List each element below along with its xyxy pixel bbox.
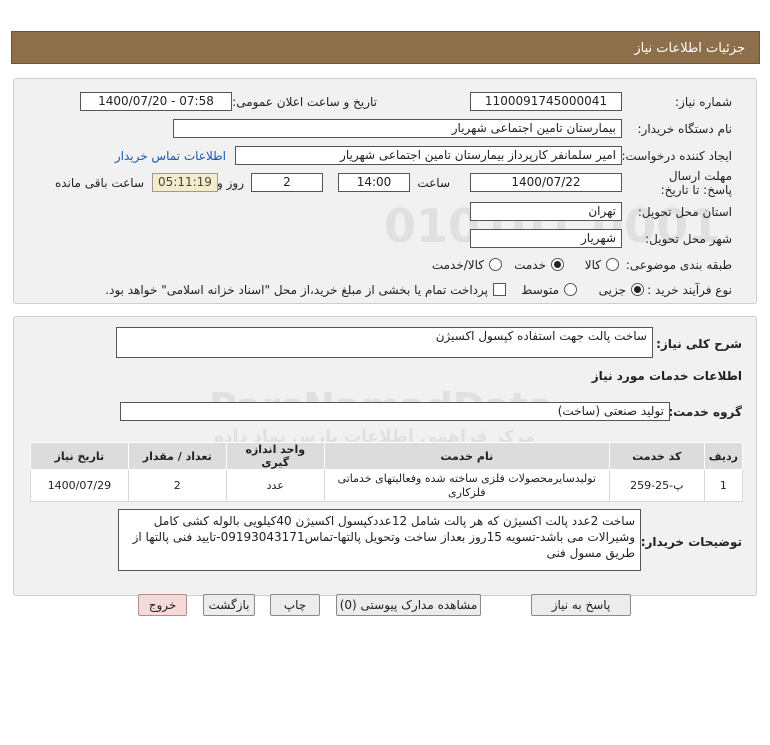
deadline-date-field: 1400/07/22 xyxy=(470,173,622,192)
category-radio-service[interactable] xyxy=(551,258,564,271)
cell-name: تولیدسایرمحصولات فلزی ساخته شده وفعالیته… xyxy=(323,469,610,502)
services-table: ردیف کد خدمت نام خدمت واحد اندازه گیری ت… xyxy=(30,442,744,502)
contact-info-link[interactable]: اطلاعات تماس خریدار xyxy=(115,149,226,163)
page-header: جزئیات اطلاعات نیاز xyxy=(11,31,760,64)
category-radio-goods[interactable] xyxy=(606,258,619,271)
col-qty-header: تعداد / مقدار xyxy=(127,442,227,470)
creator-field: امیر سلمانفر کارپرداز بیمارستان تامین اج… xyxy=(235,146,622,165)
process-radio-medium[interactable] xyxy=(564,283,577,296)
table-header-row: ردیف کد خدمت نام خدمت واحد اندازه گیری ت… xyxy=(30,442,744,470)
province-field: تهران xyxy=(470,202,622,221)
announce-label: تاریخ و ساعت اعلان عمومی: xyxy=(232,95,377,109)
category-label: طبقه بندی موضوعی: xyxy=(625,258,732,272)
back-button[interactable]: بازگشت xyxy=(203,594,255,616)
remaining-time-field: 05:11:19 xyxy=(152,173,218,192)
process-radio-minor[interactable] xyxy=(631,283,644,296)
need-details-panel: ParsNamadData مرکز فراهمی اطلاعات پارس ن… xyxy=(13,316,757,596)
category-option-service: خدمت xyxy=(514,258,546,272)
days-label: روز و xyxy=(217,176,244,190)
treasury-payment-note: پرداخت تمام یا بخشی از مبلغ خرید،از محل … xyxy=(105,283,488,297)
buyer-desc-field: ساخت 2عدد پالت اکسیژن که هر پالت شامل 12… xyxy=(118,509,641,571)
province-label: استان محل تحویل: xyxy=(637,205,732,219)
services-heading: اطلاعات خدمات مورد نیاز xyxy=(591,369,742,383)
col-row-header: ردیف xyxy=(703,442,744,470)
deadline-label: مهلت ارسال پاسخ: تا تاریخ: xyxy=(660,169,732,197)
buyer-desc-label: توضیحات خریدار: xyxy=(640,535,742,549)
cell-qty: 2 xyxy=(127,469,227,502)
cell-row: 1 xyxy=(703,469,744,502)
time-label: ساعت xyxy=(417,176,450,190)
announce-field: 1400/07/20 - 07:58 xyxy=(80,92,232,111)
need-number-field: 1100091745000041 xyxy=(470,92,622,111)
category-radio-goods-service[interactable] xyxy=(489,258,502,271)
city-label: شهر محل تحویل: xyxy=(645,232,732,246)
need-number-label: شماره نیاز: xyxy=(675,95,732,109)
process-option-medium: متوسط xyxy=(521,283,559,297)
buyer-org-field: بیمارستان تامین اجتماعی شهریار xyxy=(173,119,622,138)
table-row: 1 پ-25-259 تولیدسایرمحصولات فلزی ساخته ش… xyxy=(30,469,744,502)
summary-field: ساخت پالت جهت استفاده کپسول اکسیژن xyxy=(116,327,653,358)
col-unit-header: واحد اندازه گیری xyxy=(225,442,325,470)
summary-label: شرح کلی نیاز: xyxy=(656,337,742,351)
col-date-header: تاریخ نیاز xyxy=(30,442,129,470)
cell-unit: عدد xyxy=(225,469,325,502)
buyer-org-label: نام دستگاه خریدار: xyxy=(637,122,733,136)
category-option-goods-service: کالا/خدمت xyxy=(431,258,484,272)
cell-date: 1400/07/29 xyxy=(30,469,129,502)
page-title: جزئیات اطلاعات نیاز xyxy=(634,41,745,56)
treasury-payment-checkbox[interactable] xyxy=(493,283,506,296)
col-name-header: نام خدمت xyxy=(323,442,610,470)
deadline-time-field: 14:00 xyxy=(338,173,410,192)
category-option-goods: کالا xyxy=(584,258,601,272)
exit-button[interactable]: خروج xyxy=(138,594,187,616)
creator-label: ایجاد کننده درخواست: xyxy=(621,149,732,163)
reply-button[interactable]: پاسخ به نیاز xyxy=(531,594,631,616)
print-button[interactable]: چاپ xyxy=(270,594,320,616)
process-label: نوع فرآیند خرید : xyxy=(647,283,732,297)
days-field: 2 xyxy=(251,173,323,192)
remaining-time-label: ساعت باقی مانده xyxy=(54,176,144,190)
service-group-field: تولید صنعتی (ساخت) xyxy=(120,402,670,421)
city-field: شهریار xyxy=(470,229,622,248)
attachments-button[interactable]: مشاهده مدارک پیوستی (0) xyxy=(336,594,481,616)
service-group-label: گروه خدمت: xyxy=(668,405,742,419)
process-option-minor: جزیی xyxy=(598,283,626,297)
col-code-header: کد خدمت xyxy=(608,442,705,470)
general-info-panel: 010101 0001 شماره نیاز: 1100091745000041… xyxy=(13,78,757,304)
cell-code: پ-25-259 xyxy=(608,469,705,502)
